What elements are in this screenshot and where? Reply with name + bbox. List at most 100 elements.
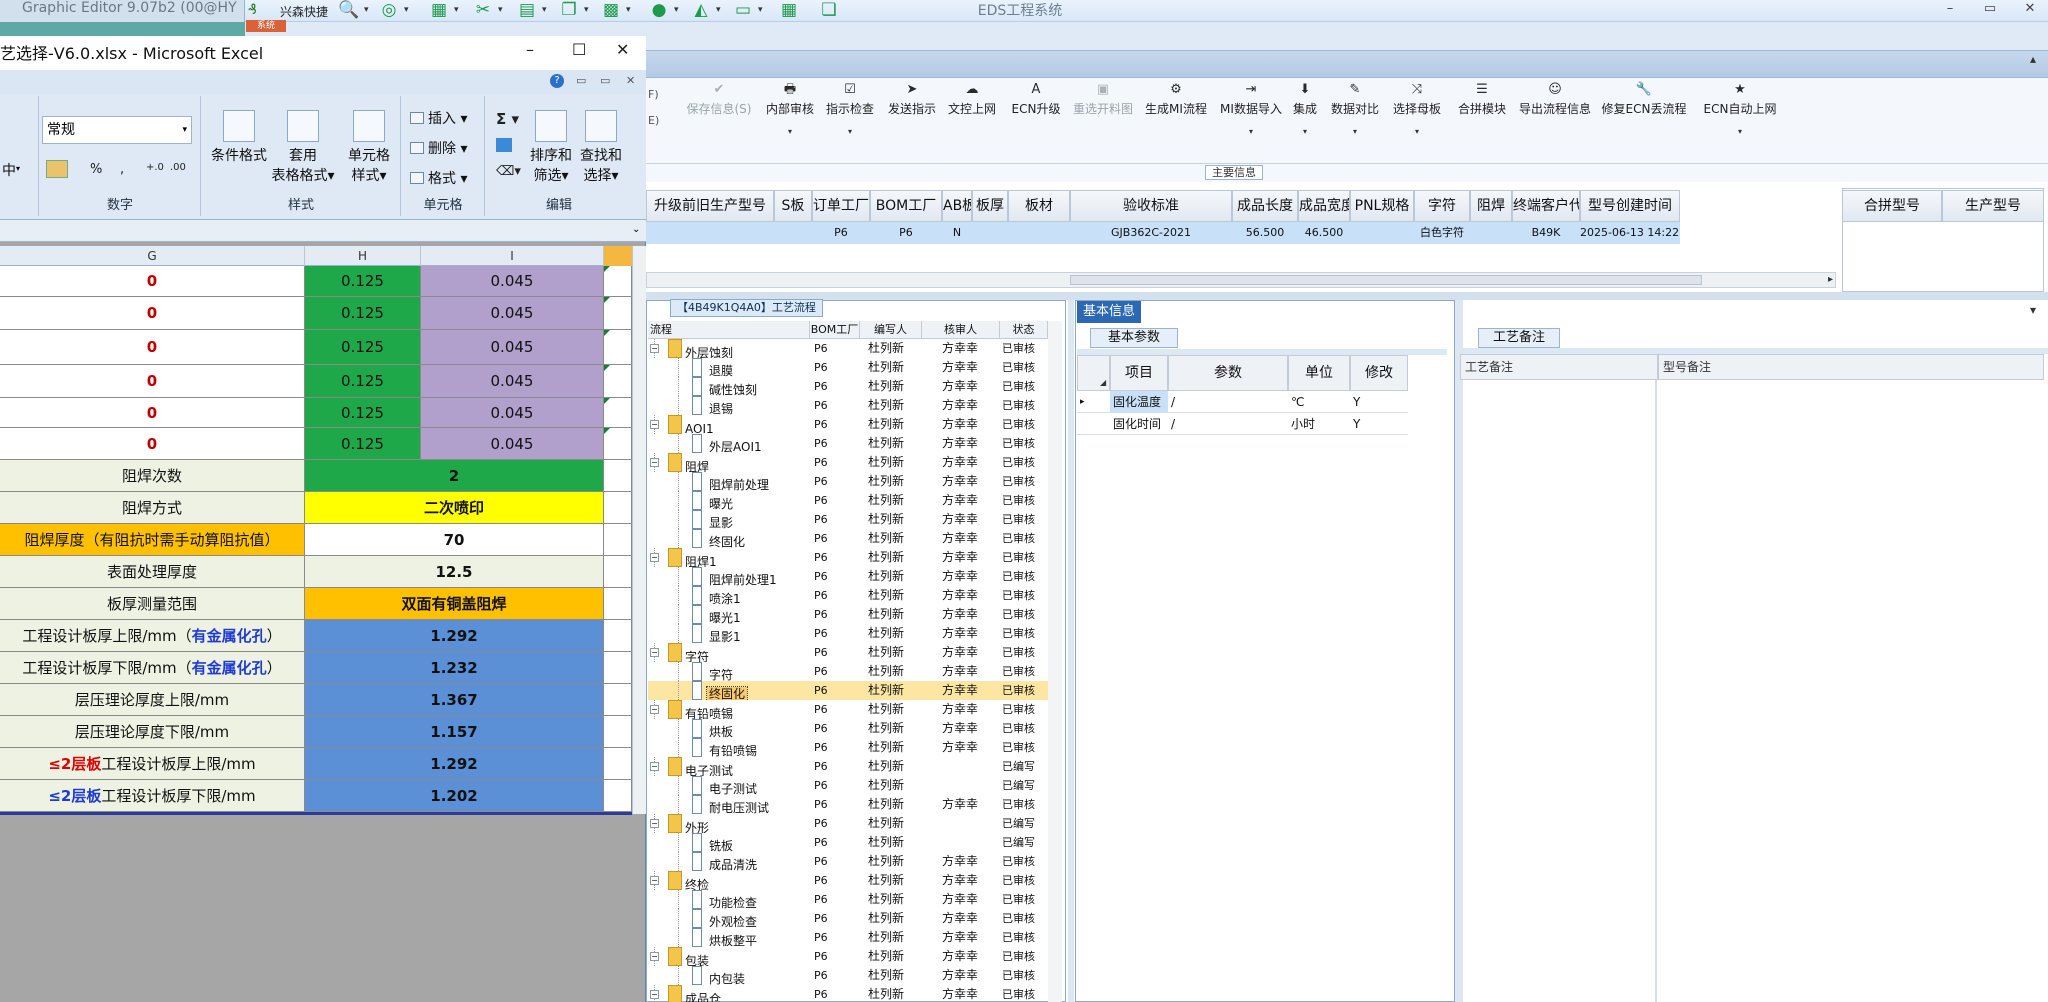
value-cell[interactable]: 1.232 [305, 652, 604, 684]
flow-column-header[interactable]: BOM工厂 [810, 321, 860, 339]
minimize-button[interactable]: – [1940, 1, 1960, 16]
graphic-editor-window[interactable]: Graphic Editor 9.07b2 (00@HY [0, 0, 245, 22]
cell-i[interactable]: 0.045 [421, 266, 604, 297]
label-cell[interactable]: 层压理论厚度下限/mm [0, 716, 305, 748]
tree-node[interactable]: 阻焊 [668, 453, 818, 472]
comma-icon[interactable]: , [120, 162, 124, 177]
cell-j[interactable] [604, 748, 632, 780]
ribbon-close-icon[interactable]: ✕ [626, 74, 635, 87]
flow-row[interactable]: 内包装 P6 杜列新 方幸幸 已审核 [648, 966, 1048, 985]
grid-cell[interactable]: P6 [870, 222, 942, 244]
dropdown-icon[interactable]: ▾ [364, 5, 369, 15]
flow-row[interactable]: 功能检查 P6 杜列新 方幸幸 已审核 [648, 890, 1048, 909]
cell-g[interactable]: 0 [0, 297, 305, 330]
tree-node[interactable]: 阻焊前处理1 [692, 567, 822, 586]
collapse-toggle-icon[interactable]: − [650, 458, 659, 467]
copy-icon[interactable]: ❐ [558, 0, 580, 21]
tab-basic-params[interactable]: 基本参数 [1090, 328, 1178, 348]
cell-button[interactable]: 删除 ▾ [410, 138, 467, 158]
cell-h[interactable]: 0.125 [305, 398, 421, 428]
flow-row[interactable]: 烘板整平 P6 杜列新 方幸幸 已审核 [648, 928, 1048, 947]
grid-column-header[interactable]: 验收标准 [1070, 190, 1232, 222]
tree-node[interactable]: 终检 [668, 871, 818, 890]
tree-node[interactable]: 显影 [692, 510, 822, 529]
cell-button[interactable]: 格式 ▾ [410, 168, 467, 188]
label-cell[interactable]: 表面处理厚度 [0, 556, 305, 588]
tree-node[interactable]: 成品清洗 [692, 852, 822, 871]
flow-row[interactable]: − 有铅喷锡 P6 杜列新 方幸幸 已审核 [648, 700, 1048, 719]
toolbar-button[interactable]: A ECN升级 [1008, 78, 1064, 164]
grid-column-header[interactable]: 板厚 [972, 190, 1008, 222]
cell-h[interactable]: 0.125 [305, 330, 421, 365]
grid-column-header[interactable]: AB板 [942, 190, 972, 222]
dropdown-icon[interactable]: ▾ [1326, 127, 1384, 136]
toolbar-button[interactable]: ⬇ 集成 ▾ [1288, 78, 1322, 164]
flow-row[interactable]: 外观检查 P6 杜列新 方幸幸 已审核 [648, 909, 1048, 928]
grid-column-header[interactable]: 订单工厂 [812, 190, 870, 222]
tree-node[interactable]: 有铅喷锡 [668, 700, 818, 719]
cell-button[interactable]: 插入 ▾ [410, 108, 467, 128]
tree-node[interactable]: AOI1 [668, 415, 818, 434]
cell-j[interactable] [604, 492, 632, 524]
label-cell[interactable]: 板厚测量范围 [0, 588, 305, 620]
windows-icon[interactable]: ▦ [778, 0, 800, 21]
cell-h[interactable]: 0.125 [305, 297, 421, 330]
flow-column-header[interactable]: 状态 [1000, 321, 1048, 339]
value-cell[interactable]: 双面有铜盖阻焊 [305, 588, 604, 620]
cell-j[interactable] [604, 652, 632, 684]
dropdown-icon[interactable]: ▾ [1288, 127, 1322, 136]
excel-minimize-button[interactable]: – [526, 40, 534, 59]
cell-h[interactable]: 0.125 [305, 365, 421, 398]
basic-column-header[interactable]: 项目 [1110, 355, 1168, 391]
grid-cell[interactable] [1008, 222, 1070, 244]
grid-cell[interactable]: P6 [812, 222, 870, 244]
splitter[interactable] [1455, 300, 1463, 1002]
grid-cell[interactable]: 白色字符 [1414, 222, 1470, 244]
ribbon-minimize-icon[interactable]: ▭ [576, 74, 586, 87]
style-button[interactable]: 单元格 样式▾ [336, 110, 402, 186]
dropdown-icon[interactable]: ▾ [626, 5, 631, 15]
expand-formula-icon[interactable]: ⌄ [632, 224, 640, 235]
flow-row[interactable]: 成品清洗 P6 杜列新 方幸幸 已审核 [648, 852, 1048, 871]
flow-row[interactable]: − 包装 P6 杜列新 方幸幸 已审核 [648, 947, 1048, 966]
flow-row[interactable]: − 终检 P6 杜列新 方幸幸 已审核 [648, 871, 1048, 890]
scroll-right-icon[interactable]: ▸ [1828, 274, 1833, 285]
increase-decimal-icon[interactable]: +.0 [146, 162, 164, 173]
cell-j[interactable] [604, 684, 632, 716]
autosum-icon[interactable]: Σ ▾ [496, 110, 519, 128]
cell-g[interactable]: 0 [0, 330, 305, 365]
flow-row[interactable]: 退膜 P6 杜列新 方幸幸 已审核 [648, 358, 1048, 377]
maximize-button[interactable]: ▭ [1980, 1, 2000, 16]
grid-column-header[interactable]: 成品长度 [1232, 190, 1298, 222]
monitor-icon[interactable]: ▭ [732, 0, 754, 21]
tree-node[interactable]: 喷涂1 [692, 586, 822, 605]
basic-param-row[interactable]: 固化时间 / 小时 Y [1077, 413, 1447, 435]
grid-cell[interactable] [646, 222, 774, 244]
cell-j[interactable] [604, 716, 632, 748]
tree-node[interactable]: 外观检查 [692, 909, 822, 928]
dropdown-icon[interactable]: ▾ [822, 127, 878, 136]
grid-column-header[interactable]: 型号创建时间 [1580, 190, 1680, 222]
grid-cell[interactable]: 2025-06-13 14:22:44 [1580, 222, 1680, 244]
toolbar-button[interactable]: ☑ 指示检查 ▾ [822, 78, 878, 164]
toolbar-button[interactable]: ➤ 发送指示 [884, 78, 940, 164]
dropdown-icon[interactable]: ▾ [1388, 127, 1446, 136]
value-cell[interactable]: 12.5 [305, 556, 604, 588]
grid-cell[interactable] [972, 222, 1008, 244]
dropdown-icon[interactable]: ▾ [404, 5, 409, 15]
clear-icon[interactable]: ⌫▾ [496, 164, 521, 179]
scissors-icon[interactable]: ✂ [472, 0, 494, 21]
flow-row[interactable]: − 电子测试 P6 杜列新 已编写 [648, 757, 1048, 776]
tree-node[interactable]: 外形 [668, 814, 818, 833]
flow-row[interactable]: − 外层蚀刻 P6 杜列新 方幸幸 已审核 [648, 339, 1048, 358]
flow-row[interactable]: 退锡 P6 杜列新 方幸幸 已审核 [648, 396, 1048, 415]
flow-row[interactable]: 阻焊前处理1 P6 杜列新 方幸幸 已审核 [648, 567, 1048, 586]
excel-close-button[interactable]: ✕ [616, 40, 629, 59]
label-cell[interactable]: ≤2层板工程设计板厚上限/mm [0, 748, 305, 780]
grid-column-header[interactable]: 成品宽度 [1298, 190, 1350, 222]
grid-column-header[interactable]: 板材 [1008, 190, 1070, 222]
grid-cell[interactable]: 46.500 [1298, 222, 1350, 244]
grid-cell[interactable] [1470, 222, 1512, 244]
edit-button[interactable]: 排序和 筛选▾ [526, 110, 576, 186]
tree-node[interactable]: 有铅喷锡 [692, 738, 822, 757]
